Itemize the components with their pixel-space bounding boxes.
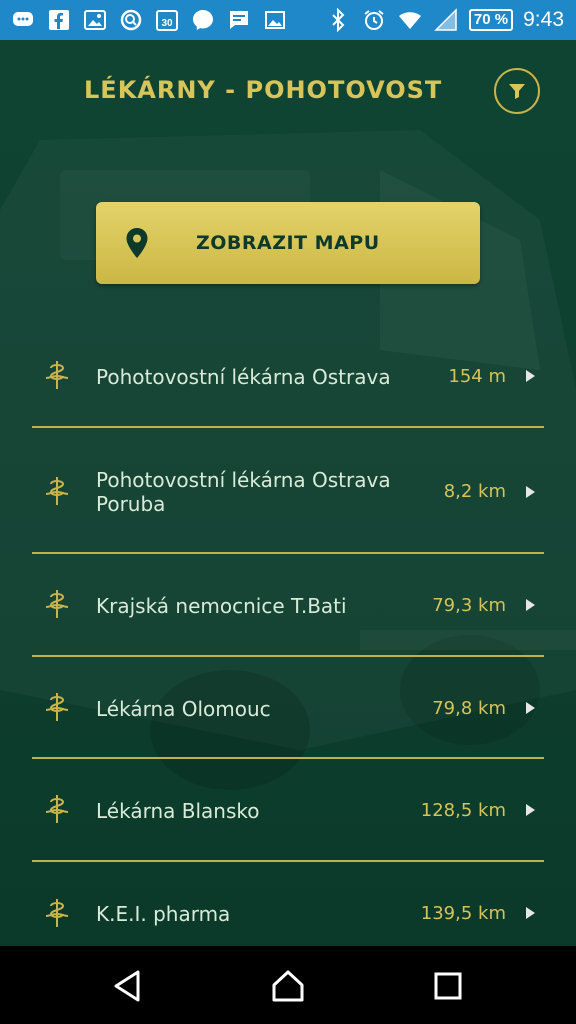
chevron-right-icon (526, 370, 535, 382)
show-map-label: ZOBRAZIT MAPU (196, 232, 380, 254)
pharmacy-row[interactable]: Krajská nemocnice T.Bati 79,3 km (0, 554, 576, 657)
pharmacy-name: K.E.I. pharma (96, 902, 231, 926)
image-icon (262, 7, 288, 33)
main-content: LÉKÁRNY - POHOTOVOST ZOBRAZIT MAPU Pohot… (0, 40, 576, 946)
filter-icon (509, 84, 525, 99)
message-icon (226, 7, 252, 33)
pharmacy-caduceus-icon (45, 361, 69, 389)
battery-indicator: 70 % (468, 9, 514, 31)
pharmacy-caduceus-icon (45, 590, 69, 618)
signal-icon (433, 7, 459, 33)
pharmacy-distance: 139,5 km (420, 903, 506, 924)
pharmacy-row[interactable]: K.E.I. pharma 139,5 km (0, 862, 576, 946)
pharmacy-caduceus-icon (45, 795, 69, 823)
system-icons: 70 % 9:43 (325, 7, 564, 33)
clock: 9:43 (523, 8, 564, 31)
pharmacy-row[interactable]: Pohotovostní lékárna Ostrava Poruba 8,2 … (0, 428, 576, 554)
filter-button[interactable] (494, 68, 540, 114)
pharmacy-name: Lékárna Olomouc (96, 697, 271, 721)
pharmacy-distance: 79,3 km (432, 595, 506, 616)
back-triangle-icon (114, 970, 140, 1002)
pharmacy-name: Pohotovostní lékárna Ostrava Poruba (96, 468, 391, 516)
pharmacy-caduceus-icon (45, 477, 69, 505)
chevron-right-icon (526, 804, 535, 816)
chevron-right-icon (526, 702, 535, 714)
pharmacy-distance: 128,5 km (420, 800, 506, 821)
navigation-bar (0, 946, 576, 1024)
photos-icon (82, 7, 108, 33)
search-icon (118, 7, 144, 33)
recents-square-icon (434, 972, 462, 1000)
show-map-button[interactable]: ZOBRAZIT MAPU (96, 202, 480, 284)
svg-text:30: 30 (161, 18, 173, 29)
pharmacy-caduceus-icon (45, 693, 69, 721)
chevron-right-icon (526, 599, 535, 611)
status-bar: 30 70 % 9:43 (0, 0, 576, 40)
back-button[interactable] (110, 968, 146, 1004)
notification-icons: 30 (10, 7, 288, 33)
pharmacy-distance: 79,8 km (432, 698, 506, 719)
pharmacy-caduceus-icon (45, 899, 69, 927)
messenger-icon (190, 7, 216, 33)
wifi-icon (397, 7, 423, 33)
home-icon (272, 970, 304, 1002)
pharmacy-row[interactable]: Lékárna Olomouc 79,8 km (0, 657, 576, 759)
pharmacy-list: Pohotovostní lékárna Ostrava 154 m Pohot… (0, 326, 576, 946)
chevron-right-icon (526, 907, 535, 919)
chevron-right-icon (526, 486, 535, 498)
pharmacy-row[interactable]: Pohotovostní lékárna Ostrava 154 m (0, 326, 576, 428)
recents-button[interactable] (430, 968, 466, 1004)
map-pin-icon (126, 228, 148, 258)
facebook-icon (46, 7, 72, 33)
pharmacy-distance: 154 m (448, 366, 506, 387)
home-button[interactable] (270, 968, 306, 1004)
pharmacy-name: Krajská nemocnice T.Bati (96, 594, 347, 618)
pharmacy-row[interactable]: Lékárna Blansko 128,5 km (0, 759, 576, 862)
alarm-icon (361, 7, 387, 33)
page-title: LÉKÁRNY - POHOTOVOST (84, 76, 443, 104)
app-header: LÉKÁRNY - POHOTOVOST (0, 40, 576, 140)
pharmacy-name: Lékárna Blansko (96, 799, 260, 823)
chat-bubble-icon (10, 7, 36, 33)
bluetooth-icon (325, 7, 351, 33)
pharmacy-distance: 8,2 km (443, 481, 506, 502)
calendar-icon: 30 (154, 7, 180, 33)
pharmacy-name: Pohotovostní lékárna Ostrava (96, 365, 391, 389)
